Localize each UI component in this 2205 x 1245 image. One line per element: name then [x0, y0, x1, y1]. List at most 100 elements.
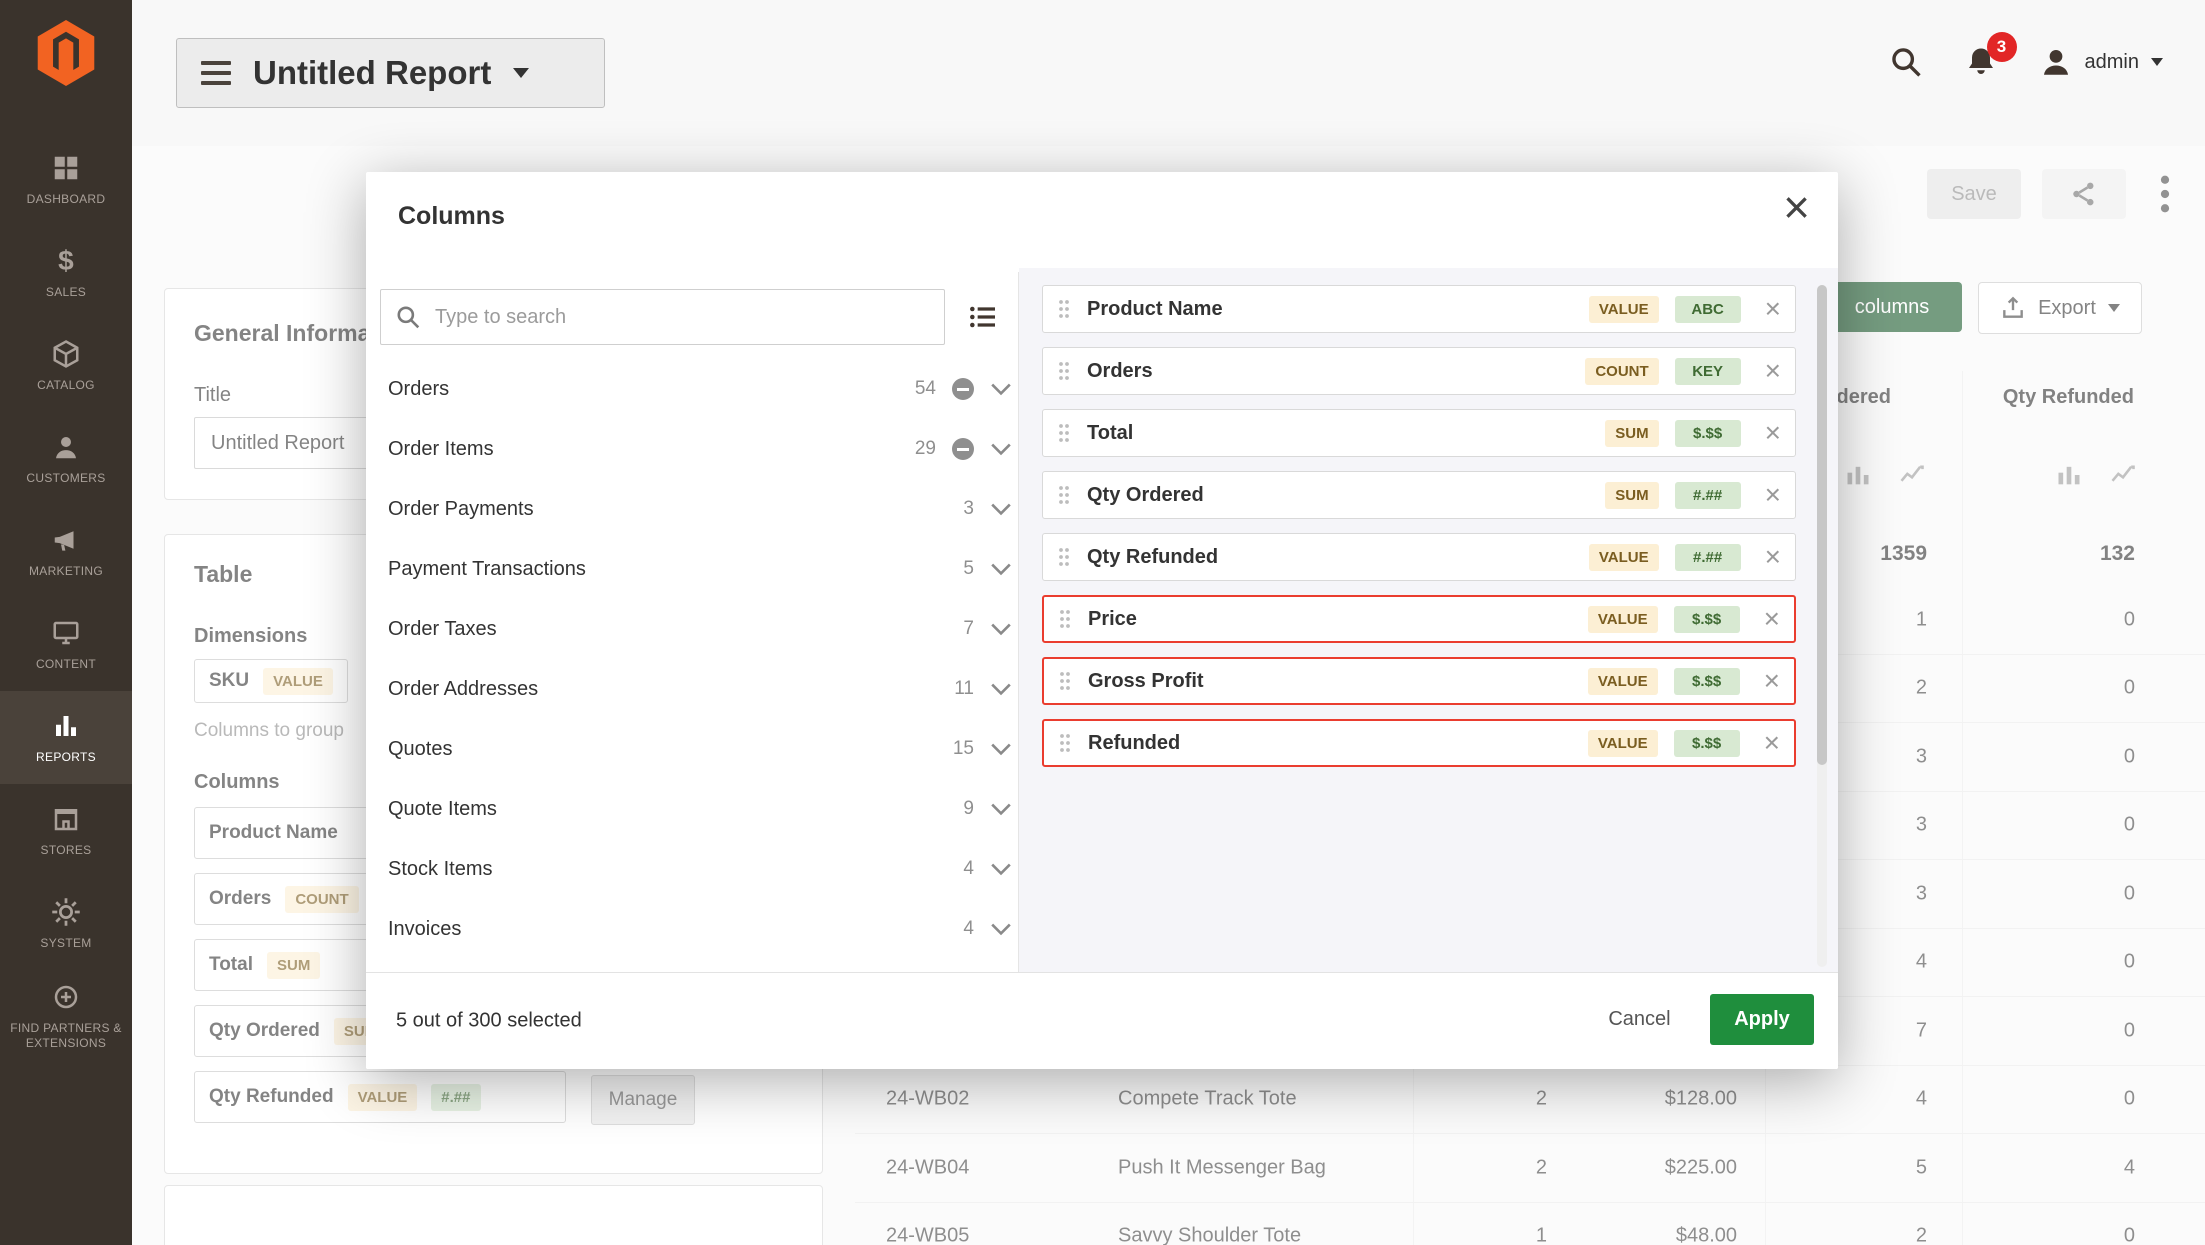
format-badge: $.$$	[1674, 419, 1741, 447]
selected-column-row[interactable]: Product Name VALUE ABC ×	[1042, 285, 1796, 333]
report-title-button[interactable]: Untitled Report	[176, 38, 605, 108]
selected-column-label: Orders	[1087, 359, 1153, 382]
group-label: Order Taxes	[388, 617, 497, 640]
column-group-row[interactable]: Quote Items 9	[380, 779, 1020, 839]
column-group-row[interactable]: Payment Transactions 5	[380, 539, 1020, 599]
sidebar-nav: DASHBOARD $ SALES CATALOG CUSTOMERS MARK…	[0, 133, 132, 1063]
modal-footer: 5 out of 300 selected Cancel Apply	[366, 972, 1838, 1069]
format-badge: #.##	[1674, 543, 1741, 571]
column-groups-list: Orders 54 Order Items 29 Order Payments …	[380, 359, 1020, 959]
selected-column-label: Price	[1088, 607, 1137, 630]
drag-handle-icon[interactable]	[1057, 484, 1071, 506]
chevron-down-icon[interactable]	[990, 682, 1012, 696]
group-count: 9	[963, 798, 974, 819]
column-group-row[interactable]: Order Taxes 7	[380, 599, 1020, 659]
remove-column-icon[interactable]: ×	[1765, 295, 1781, 323]
sidebar-item-catalog[interactable]: CATALOG	[0, 319, 132, 412]
group-label: Stock Items	[388, 857, 493, 880]
drag-handle-icon[interactable]	[1058, 608, 1072, 630]
sidebar-item-label: FIND PARTNERS & EXTENSIONS	[10, 1021, 122, 1050]
selected-column-label: Refunded	[1088, 731, 1181, 754]
sales-icon: $	[58, 244, 74, 276]
column-group-row[interactable]: Order Payments 3	[380, 479, 1020, 539]
topbar-actions: 3 admin	[1889, 0, 2163, 124]
remove-column-icon[interactable]: ×	[1765, 357, 1781, 385]
drag-handle-icon[interactable]	[1057, 360, 1071, 382]
drag-handle-icon[interactable]	[1057, 422, 1071, 444]
chevron-down-icon[interactable]	[990, 862, 1012, 876]
menu-icon	[201, 61, 231, 85]
chevron-down-icon[interactable]	[990, 802, 1012, 816]
selected-column-row[interactable]: Total SUM $.$$ ×	[1042, 409, 1796, 457]
magento-logo[interactable]	[33, 20, 99, 86]
sidebar-item-sales[interactable]: $ SALES	[0, 226, 132, 319]
selected-column-row[interactable]: Qty Refunded VALUE #.## ×	[1042, 533, 1796, 581]
remove-column-icon[interactable]: ×	[1764, 605, 1780, 633]
selected-column-row-highlighted[interactable]: Refunded VALUE $.$$ ×	[1042, 719, 1796, 767]
column-group-row[interactable]: Order Addresses 11	[380, 659, 1020, 719]
search-box	[380, 289, 945, 345]
chevron-down-icon[interactable]	[990, 562, 1012, 576]
sidebar-item-customers[interactable]: CUSTOMERS	[0, 412, 132, 505]
sidebar: DASHBOARD $ SALES CATALOG CUSTOMERS MARK…	[0, 0, 132, 1245]
remove-column-icon[interactable]: ×	[1765, 481, 1781, 509]
chevron-down-icon[interactable]	[990, 622, 1012, 636]
account-menu[interactable]: admin	[2039, 45, 2163, 79]
remove-column-icon[interactable]: ×	[1764, 667, 1780, 695]
column-group-row[interactable]: Stock Items 4	[380, 839, 1020, 899]
group-label: Order Payments	[388, 497, 534, 520]
content-icon	[53, 621, 79, 644]
partial-selection-icon	[952, 438, 974, 460]
cancel-button[interactable]: Cancel	[1586, 994, 1693, 1045]
scrollbar-thumb[interactable]	[1817, 285, 1827, 765]
sidebar-item-reports[interactable]: REPORTS	[0, 691, 132, 784]
column-group-row[interactable]: Orders 54	[380, 359, 1020, 419]
close-icon[interactable]: ×	[1783, 184, 1810, 230]
chevron-down-icon	[513, 68, 530, 78]
sidebar-item-system[interactable]: SYSTEM	[0, 877, 132, 970]
column-group-row[interactable]: Invoices 4	[380, 899, 1020, 959]
selected-column-row[interactable]: Qty Ordered SUM #.## ×	[1042, 471, 1796, 519]
group-label: Payment Transactions	[388, 557, 586, 580]
remove-column-icon[interactable]: ×	[1764, 729, 1780, 757]
sidebar-item-marketing[interactable]: MARKETING	[0, 505, 132, 598]
column-group-row[interactable]: Order Items 29	[380, 419, 1020, 479]
chevron-down-icon[interactable]	[990, 922, 1012, 936]
selected-column-row-highlighted[interactable]: Price VALUE $.$$ ×	[1042, 595, 1796, 643]
notification-count-badge: 3	[1986, 32, 2017, 62]
list-view-button[interactable]	[958, 292, 1008, 342]
column-group-row[interactable]: Quotes 15	[380, 719, 1020, 779]
columns-modal: Columns × Orders 54 Order Items 29	[366, 172, 1838, 1069]
chevron-down-icon[interactable]	[990, 442, 1012, 456]
chevron-down-icon[interactable]	[990, 742, 1012, 756]
search-input[interactable]	[433, 304, 930, 330]
selected-column-row[interactable]: Orders COUNT KEY ×	[1042, 347, 1796, 395]
magento-admin-app: DASHBOARD $ SALES CATALOG CUSTOMERS MARK…	[0, 0, 2205, 1245]
extensions-icon	[54, 985, 78, 1009]
drag-handle-icon[interactable]	[1058, 732, 1072, 754]
remove-column-icon[interactable]: ×	[1765, 543, 1781, 571]
aggregation-badge: VALUE	[1587, 667, 1658, 695]
sidebar-item-label: MARKETING	[28, 563, 104, 578]
notifications-bell-icon[interactable]: 3	[1963, 32, 2017, 80]
selected-column-row-highlighted[interactable]: Gross Profit VALUE $.$$ ×	[1042, 657, 1796, 705]
drag-handle-icon[interactable]	[1057, 298, 1071, 320]
drag-handle-icon[interactable]	[1058, 670, 1072, 692]
selected-column-label: Total	[1087, 421, 1134, 444]
sidebar-item-stores[interactable]: STORES	[0, 784, 132, 877]
scrollbar-track[interactable]	[1817, 285, 1827, 967]
chevron-down-icon[interactable]	[990, 502, 1012, 516]
search-icon[interactable]	[1889, 45, 1923, 79]
drag-handle-icon[interactable]	[1057, 546, 1071, 568]
sidebar-item-dashboard[interactable]: DASHBOARD	[0, 133, 132, 226]
apply-button[interactable]: Apply	[1710, 994, 1814, 1045]
customers-icon	[56, 436, 76, 458]
format-badge: $.$$	[1673, 605, 1740, 633]
format-badge: ABC	[1674, 295, 1741, 323]
sidebar-item-find-partners[interactable]: FIND PARTNERS & EXTENSIONS	[0, 970, 132, 1063]
chevron-down-icon[interactable]	[990, 382, 1012, 396]
group-count: 3	[963, 498, 974, 519]
username: admin	[2084, 50, 2139, 73]
remove-column-icon[interactable]: ×	[1765, 419, 1781, 447]
sidebar-item-content[interactable]: CONTENT	[0, 598, 132, 691]
